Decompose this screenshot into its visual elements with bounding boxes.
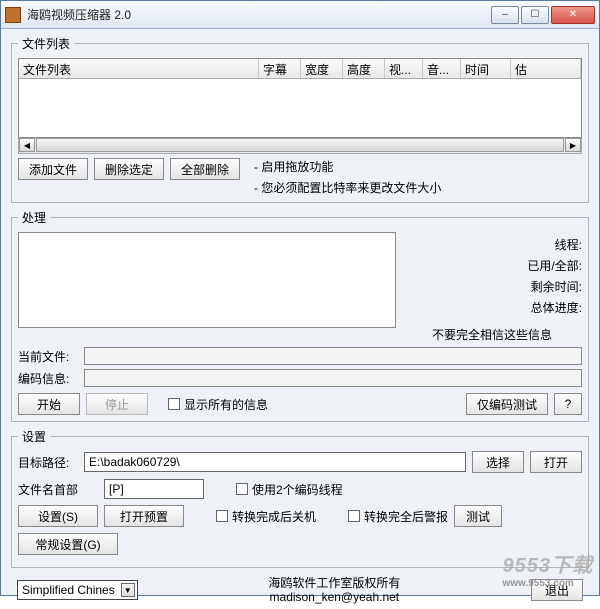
target-path-label: 目标路径: [18,454,78,471]
settings-group: 设置 目标路径: 选择 打开 文件名首部 使用2个编码线程 设置(S) 打开预置… [11,428,589,568]
file-list-group: 文件列表 文件列表 字幕 宽度 高度 视... 音... 时间 估 ◀ ▶ [11,35,589,203]
help-button[interactable]: ? [554,393,582,415]
remain-label: 剩余时间: [531,278,582,295]
hscrollbar[interactable]: ◀ ▶ [18,138,582,154]
open-button[interactable]: 打开 [530,451,582,473]
show-all-label: 显示所有的信息 [184,396,268,413]
col-h[interactable]: 高度 [343,59,385,78]
general-settings-button[interactable]: 常规设置(G) [18,533,118,555]
file-table[interactable]: 文件列表 字幕 宽度 高度 视... 音... 时间 估 [18,58,582,138]
minimize-button[interactable]: – [491,6,519,24]
language-select[interactable]: Simplified Chines ▼ [17,580,138,600]
col-sub[interactable]: 字幕 [259,59,301,78]
remove-all-button[interactable]: 全部删除 [170,158,240,180]
used-total-label: 已用/全部: [527,257,582,274]
select-button[interactable]: 选择 [472,451,524,473]
window-title: 海鸥视频压缩器 2.0 [27,6,489,23]
two-threads-checkbox[interactable]: 使用2个编码线程 [236,481,343,498]
credit-line2: madison_ken@yeah.net [138,590,531,604]
col-v[interactable]: 视... [385,59,423,78]
col-a[interactable]: 音... [423,59,461,78]
encode-test-button[interactable]: 仅编码测试 [466,393,548,415]
maximize-button[interactable]: ☐ [521,6,549,24]
settings-legend: 设置 [18,428,50,445]
show-all-checkbox[interactable]: 显示所有的信息 [168,396,268,413]
prefix-input[interactable] [104,479,204,499]
file-list-legend: 文件列表 [18,35,74,52]
language-value: Simplified Chines [22,583,115,597]
bitrate-note: - 您必须配置比特率来更改文件大小 [254,179,441,196]
encode-info-box [84,369,582,387]
scroll-left-icon[interactable]: ◀ [19,138,35,152]
test-button[interactable]: 测试 [454,505,502,527]
remove-selected-button[interactable]: 删除选定 [94,158,164,180]
current-file-label: 当前文件: [18,348,80,365]
settings-s-button[interactable]: 设置(S) [18,505,98,527]
prefix-label: 文件名首部 [18,481,98,498]
col-file[interactable]: 文件列表 [19,59,259,78]
col-time[interactable]: 时间 [461,59,511,78]
app-icon [5,7,21,23]
start-button[interactable]: 开始 [18,393,80,415]
alarm-checkbox[interactable]: 转换完全后警报 [348,508,448,525]
file-table-body [19,79,581,138]
two-threads-label: 使用2个编码线程 [252,481,343,498]
shutdown-label: 转换完成后关机 [232,508,316,525]
add-file-button[interactable]: 添加文件 [18,158,88,180]
credit-line1: 海鸥软件工作室版权所有 [138,576,531,590]
scroll-right-icon[interactable]: ▶ [565,138,581,152]
threads-label: 线程: [555,236,582,253]
encode-info-label: 编码信息: [18,370,80,387]
trust-warning: 不要完全相信这些信息 [432,326,552,343]
processing-group: 处理 线程: 已用/全部: 剩余时间: 总体进度: 不要完全相信这些信息 当前文… [11,209,589,422]
alarm-label: 转换完全后警报 [364,508,448,525]
col-w[interactable]: 宽度 [301,59,343,78]
close-button[interactable]: ✕ [551,6,595,24]
overall-label: 总体进度: [531,299,582,316]
shutdown-checkbox[interactable]: 转换完成后关机 [216,508,316,525]
target-path-input[interactable] [84,452,466,472]
col-est[interactable]: 估 [511,59,581,78]
log-box[interactable] [18,232,396,328]
drag-note: - 启用拖放功能 [254,158,441,175]
watermark: 9553下载 www.9553.com [503,549,594,589]
processing-legend: 处理 [18,209,50,226]
chevron-down-icon: ▼ [121,583,135,597]
open-preset-button[interactable]: 打开预置 [104,505,184,527]
current-file-box [84,347,582,365]
scroll-thumb[interactable] [36,138,564,152]
stop-button[interactable]: 停止 [86,393,148,415]
